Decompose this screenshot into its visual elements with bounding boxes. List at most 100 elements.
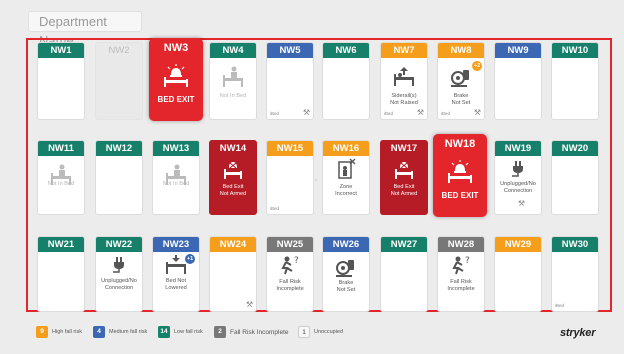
room-label: NW2: [108, 45, 130, 56]
legend-medium-fall-risk: 4 Medium fall risk: [93, 326, 147, 338]
zone-incorrect-icon: [323, 158, 369, 180]
room-tile-nw18[interactable]: NW18 BED EXIT: [433, 134, 487, 217]
room-tile-nw4[interactable]: NW4 Not In Bed: [209, 42, 257, 120]
room-tile-nw28[interactable]: NW28 ? Fall Risk Incomplete: [437, 236, 485, 312]
bed-type-label: iBed: [270, 111, 280, 116]
room-tile-nw20[interactable]: NW20: [551, 140, 599, 215]
room-label: NW24: [210, 237, 256, 252]
room-tile-nw19[interactable]: NW19 Unplugged/No Connection ⚒: [494, 140, 542, 215]
room-label: NW22: [96, 237, 142, 252]
room-label: NW21: [38, 237, 84, 252]
room-status-line1: Zone: [339, 184, 353, 190]
room-status-line1: Brake: [453, 93, 469, 99]
room-label: NW26: [323, 237, 369, 252]
room-tile-nw21[interactable]: NW21: [37, 236, 85, 312]
room-status-line1: Fall Risk: [450, 279, 472, 285]
legend-label: Medium fall risk: [109, 329, 148, 335]
fall-risk-icon: ?: [267, 254, 313, 276]
room-status-line2: Lowered: [165, 285, 187, 291]
room-tile-nw12[interactable]: NW12: [95, 140, 143, 215]
room-tile-nw30[interactable]: NW30 iBed: [551, 236, 599, 312]
bed-exit-alarm-icon: [150, 63, 202, 87]
room-label: NW1: [38, 43, 84, 58]
room-tile-nw26[interactable]: NW26 Brake Not Set: [322, 236, 370, 312]
department-name-field[interactable]: Department Name: [28, 11, 142, 48]
room-tile-nw10[interactable]: NW10: [551, 42, 599, 120]
room-tile-nw29[interactable]: NW29: [494, 236, 542, 312]
room-status-line2: Connection: [104, 285, 134, 291]
room-status: Not In Bed: [47, 181, 75, 187]
room-label: NW15: [267, 141, 313, 156]
room-tile-nw13[interactable]: NW13 Not In Bed: [152, 140, 200, 215]
room-tile-nw8[interactable]: NW8 +2 Brake Not Set iBed ⚒: [437, 42, 485, 120]
room-status: Not In Bed: [219, 93, 247, 99]
bed-type-label: iBed: [270, 206, 280, 211]
wrench-icon[interactable]: ⚒: [246, 300, 253, 309]
siderail-icon: [381, 66, 427, 88]
room-label: NW9: [495, 43, 541, 58]
room-label: NW12: [96, 141, 142, 156]
room-tile-nw27[interactable]: NW27: [380, 236, 428, 312]
bed-type-label: iBed: [384, 111, 394, 116]
room-label: NW18: [444, 138, 476, 150]
room-label: NW30: [552, 237, 598, 252]
fall-risk-icon: ?: [438, 254, 484, 276]
room-status: Not In Bed: [162, 181, 190, 187]
bed-type-label: iBed: [441, 111, 451, 116]
legend-label: High fall risk: [52, 329, 82, 335]
room-status-line2: Not Set: [336, 287, 356, 293]
room-tile-nw24[interactable]: NW24 ⚒: [209, 236, 257, 312]
room-label: NW10: [552, 43, 598, 58]
room-tile-nw16[interactable]: NW16 Zone Incorrect: [322, 140, 370, 215]
room-tile-nw11[interactable]: NW11 Not In Bed: [37, 140, 85, 215]
legend-count: 4: [93, 326, 105, 338]
room-status-line2: Not Armed: [390, 191, 418, 197]
room-tile-nw6[interactable]: NW6: [322, 42, 370, 120]
room-status-line1: Unplugged/No: [101, 278, 137, 284]
room-label: NW23: [153, 237, 199, 252]
room-status-line2: Incomplete: [276, 286, 304, 292]
room-label: NW28: [438, 237, 484, 252]
wrench-icon[interactable]: ⚒: [518, 199, 525, 208]
room-label: NW27: [381, 237, 427, 252]
room-label: NW4: [210, 43, 256, 58]
room-label: NW14: [219, 143, 247, 154]
room-status-line1: Unplugged/No: [500, 181, 536, 187]
wrench-icon[interactable]: ⚒: [303, 108, 310, 117]
wrench-icon[interactable]: ⚒: [417, 108, 424, 117]
room-label: NW16: [323, 141, 369, 156]
room-label: NW25: [267, 237, 313, 252]
room-status: BED EXIT: [441, 191, 479, 200]
room-tile-nw2[interactable]: NW2: [95, 42, 143, 120]
room-status-line2: Not Raised: [390, 100, 418, 106]
stryker-logo: stryker: [560, 327, 596, 339]
legend-low-fall-risk: 14 Low fall risk: [158, 326, 203, 338]
wrench-icon[interactable]: ⚒: [474, 108, 481, 117]
bed-exit-not-armed-icon: [210, 159, 256, 181]
alert-count-badge: +1: [185, 254, 195, 264]
room-status-line1: Brake: [338, 280, 354, 286]
room-tile-nw1[interactable]: NW1: [37, 42, 85, 120]
room-tile-nw9[interactable]: NW9: [494, 42, 542, 120]
room-tile-nw25[interactable]: NW25 ? Fall Risk Incomplete: [266, 236, 314, 312]
room-label: NW13: [153, 141, 199, 156]
room-tile-nw23[interactable]: NW23 +1 Bed Not Lowered: [152, 236, 200, 312]
room-status: BED EXIT: [157, 95, 195, 104]
room-label: NW8: [438, 43, 484, 58]
room-status-line2: Incorrect: [335, 191, 357, 197]
legend-label: Fall Risk Incomplete: [230, 328, 289, 336]
room-tile-nw17[interactable]: NW17 Bed Exit Not Armed: [380, 140, 428, 215]
legend-fall-risk-incomplete: 2 Fall Risk Incomplete: [214, 326, 289, 338]
room-tile-nw22[interactable]: NW22 Unplugged/No Connection: [95, 236, 143, 312]
room-tile-nw15[interactable]: NW15 iBed: [266, 140, 314, 215]
room-tile-nw5[interactable]: NW5 iBed ⚒: [266, 42, 314, 120]
bed-type-label: iBed: [555, 303, 565, 308]
not-in-bed-icon: [210, 66, 256, 88]
room-tile-nw3[interactable]: NW3 BED EXIT: [149, 38, 203, 121]
room-tile-nw14[interactable]: NW14 Bed Exit Not Armed: [209, 140, 257, 215]
room-label: NW11: [38, 141, 84, 156]
room-tile-nw7[interactable]: NW7 Siderail(s) Not Raised iBed ⚒: [380, 42, 428, 120]
room-status-line2: Connection: [503, 188, 533, 194]
legend-count: 9: [36, 326, 48, 338]
room-status-line1: Siderail(s): [391, 93, 417, 99]
